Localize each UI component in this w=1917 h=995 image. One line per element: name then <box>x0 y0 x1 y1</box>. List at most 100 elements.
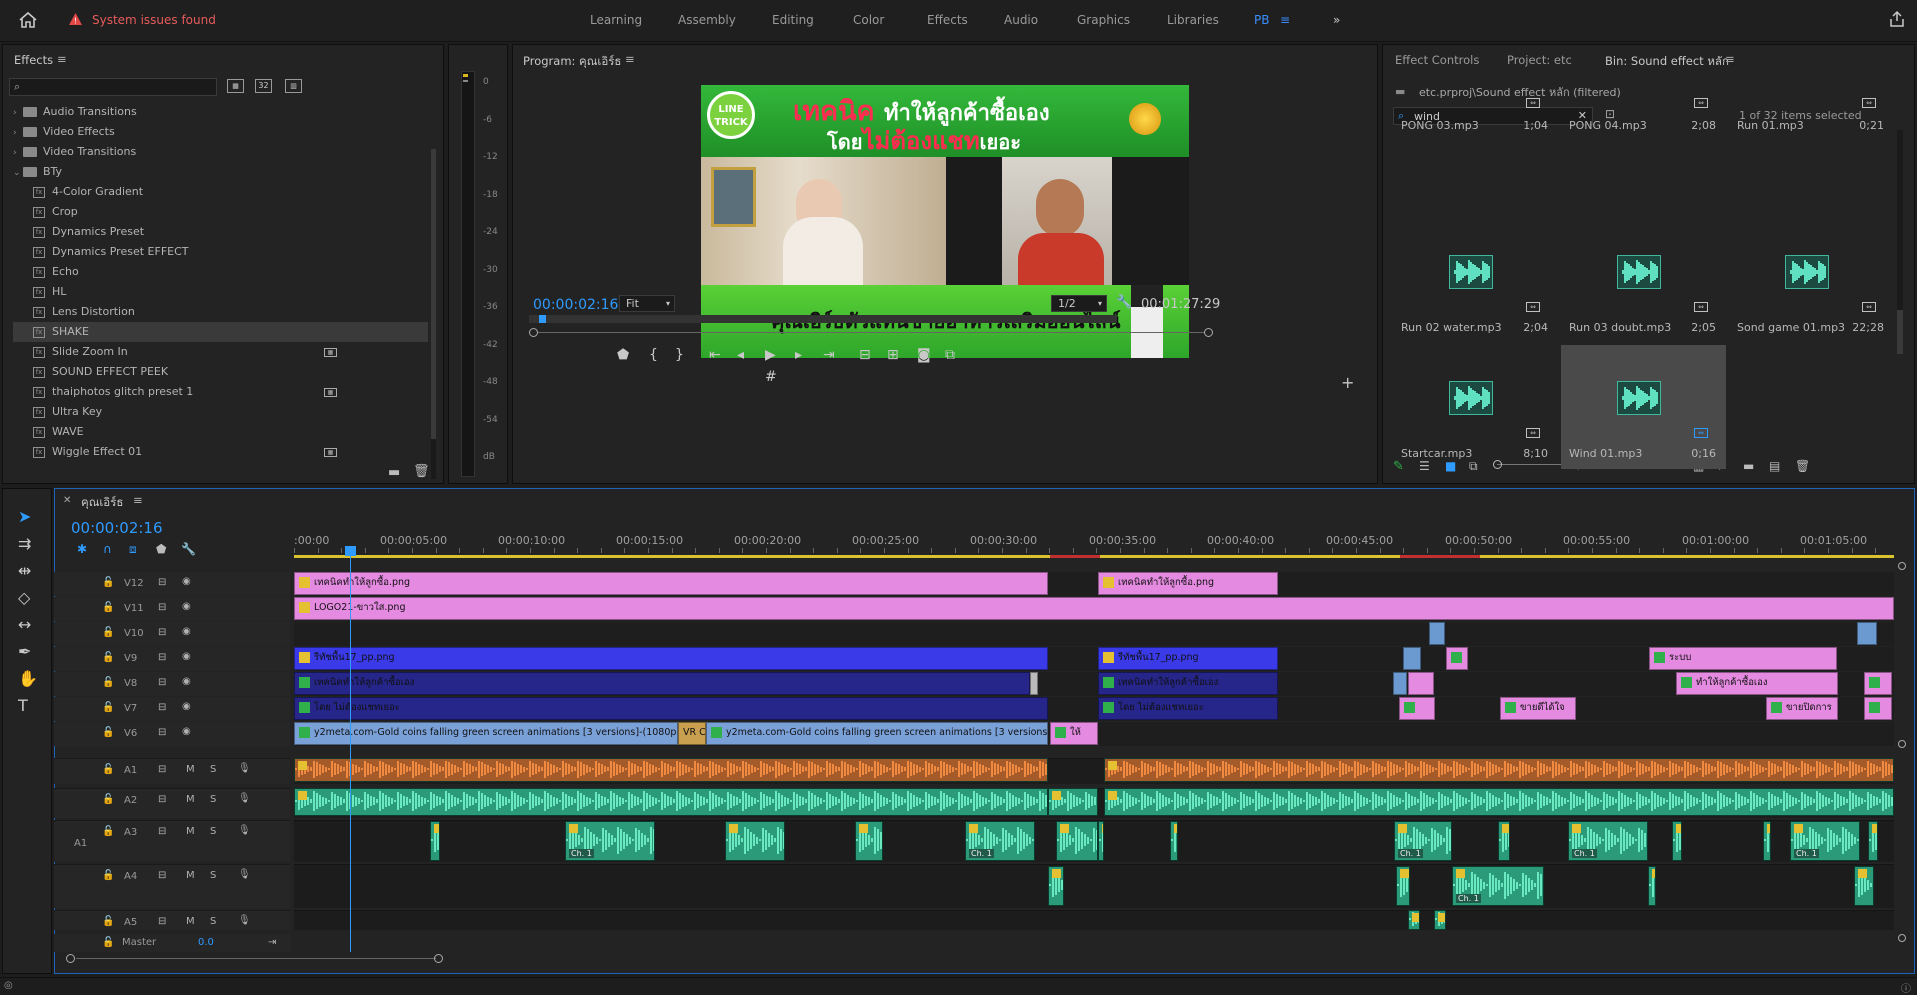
audio-clip[interactable] <box>1048 788 1098 816</box>
lock-icon[interactable]: 🔓 <box>102 652 114 663</box>
program-zoom-bar[interactable] <box>529 328 1213 337</box>
audio-clip[interactable] <box>725 821 785 861</box>
video-track-header[interactable]: 🔓 V7 ⊟ ◉ <box>54 697 290 721</box>
audio-clip[interactable] <box>1104 788 1894 816</box>
effect-item[interactable]: › Video Transitions <box>13 142 428 162</box>
mute-button[interactable]: M <box>186 916 195 927</box>
step-back-button[interactable]: ◂ <box>737 347 744 363</box>
effects-panel-menu-icon[interactable]: ≡ <box>57 52 67 66</box>
lift-button[interactable]: ⊟ <box>859 347 871 363</box>
audio-clip[interactable] <box>1408 910 1420 930</box>
effect-item[interactable]: fx 4-Color Gradient <box>13 182 428 202</box>
audio-clip[interactable] <box>294 758 1048 782</box>
wrench-icon[interactable]: 🔧 <box>1116 295 1132 310</box>
accelerated-effects-icon[interactable]: ▦ <box>227 79 244 93</box>
add-marker-button[interactable]: ⬟ <box>617 347 629 363</box>
effect-item[interactable]: fx WAVE <box>13 422 428 442</box>
lock-icon[interactable]: 🔓 <box>102 937 114 948</box>
bin-item[interactable]: ⇔ Sond game 01.mp3 22;28 <box>1729 219 1894 343</box>
solo-button[interactable]: S <box>210 916 216 927</box>
audio-clip[interactable]: Ch. 1 <box>1790 821 1860 861</box>
timeline-clip[interactable]: โดย ไม่ต้องแชทเยอะ <box>294 697 1048 720</box>
sync-lock-icon[interactable]: ⊟ <box>158 652 166 663</box>
timeline-clip[interactable] <box>1393 672 1407 695</box>
audio-clip[interactable]: Ch. 1 <box>1452 866 1544 906</box>
play-button[interactable]: ▶ <box>765 347 776 363</box>
new-bin-icon[interactable]: ▬ <box>388 465 400 480</box>
solo-button[interactable]: S <box>210 826 216 837</box>
lock-icon[interactable]: 🔓 <box>102 826 114 837</box>
audio-clip[interactable] <box>855 821 883 861</box>
effect-item[interactable]: fx thaiphotos glitch preset 1 ▦ <box>13 382 428 402</box>
audio-clip[interactable]: Ch. 1 <box>1568 821 1648 861</box>
bin-item[interactable]: ⇔ Run 02 water.mp3 2;04 <box>1393 219 1558 343</box>
sync-lock-icon[interactable]: ⊟ <box>158 826 166 837</box>
slip-tool-icon[interactable]: ↔ <box>18 615 31 634</box>
bin-menu-icon[interactable]: ≡ <box>1725 52 1735 66</box>
lock-icon[interactable]: 🔓 <box>102 794 114 805</box>
audio-clip[interactable] <box>1672 821 1682 861</box>
lock-icon[interactable]: 🔓 <box>102 870 114 881</box>
audio-clip[interactable] <box>1048 866 1064 906</box>
sync-lock-icon[interactable]: ⊟ <box>158 577 166 588</box>
effect-item[interactable]: fx Slide Zoom In ▦ <box>13 342 428 362</box>
audio-clip[interactable] <box>1763 821 1771 861</box>
timeline-clip[interactable]: เทคนิคทำให้ลูกค้าซื้อเอง <box>294 672 1030 695</box>
lock-icon[interactable]: 🔓 <box>102 627 114 638</box>
sync-lock-icon[interactable]: ⊟ <box>158 916 166 927</box>
audio-clip[interactable] <box>430 821 440 861</box>
timeline-clip[interactable]: ขายปิดการ <box>1766 697 1838 720</box>
effect-item[interactable]: fx SHAKE <box>13 322 428 342</box>
timeline-vertical-scroll[interactable] <box>1898 562 1906 948</box>
video-track-header[interactable]: 🔓 V11 ⊟ ◉ <box>54 597 290 621</box>
extract-button[interactable]: ⊞ <box>887 347 899 363</box>
microphone-icon[interactable]: 🎙 <box>238 869 251 880</box>
step-forward-button[interactable]: ▸ <box>795 347 802 363</box>
workspace-color[interactable]: Color <box>853 13 884 27</box>
snap-icon[interactable]: ∩ <box>103 542 112 556</box>
sync-lock-icon[interactable]: ⊟ <box>158 727 166 738</box>
bin-item[interactable]: ⇔ PONG 04.mp3 2;08 <box>1561 93 1726 217</box>
sync-lock-icon[interactable]: ⊟ <box>158 794 166 805</box>
effect-item[interactable]: fx Ultra Key <box>13 402 428 422</box>
bin-item[interactable]: ⇔ Run 03 doubt.mp3 2;05 <box>1561 219 1726 343</box>
audio-track-header[interactable]: 🔓 A1 ⊟ M S 🎙 <box>54 758 290 784</box>
timeline-clip[interactable] <box>1403 647 1421 670</box>
linked-selection-icon[interactable]: ⧈ <box>129 542 137 557</box>
bin-scrollbar[interactable] <box>1897 130 1903 354</box>
button-editor-plus-icon[interactable]: + <box>1341 373 1354 392</box>
timeline-clip[interactable]: เทคนิคทำให้ลูกซื้อ.png <box>294 572 1048 595</box>
audio-clip[interactable]: Ch. 1 <box>965 821 1035 861</box>
lock-icon[interactable]: 🔓 <box>102 916 114 927</box>
sync-lock-icon[interactable]: ⊟ <box>158 870 166 881</box>
workspace-pb[interactable]: PB <box>1254 13 1269 27</box>
go-to-out-button[interactable]: ⇥ <box>823 347 835 363</box>
timeline-clip[interactable]: VR C <box>678 722 706 745</box>
32bit-effects-icon[interactable]: 32 <box>255 79 272 93</box>
solo-button[interactable]: S <box>210 870 216 881</box>
audio-clip[interactable]: Ch. 1 <box>1394 821 1452 861</box>
audio-clip[interactable] <box>1648 866 1656 906</box>
eye-icon[interactable]: ◉ <box>182 701 191 712</box>
lock-icon[interactable]: 🔓 <box>102 577 114 588</box>
audio-clip[interactable] <box>294 788 1048 816</box>
tab-effect-controls[interactable]: Effect Controls <box>1395 53 1479 67</box>
video-track-header[interactable]: 🔓 V12 ⊟ ◉ <box>54 572 290 596</box>
mark-in-button[interactable]: { <box>649 347 658 363</box>
eye-icon[interactable]: ◉ <box>182 676 191 687</box>
delete-icon[interactable]: 🗑 <box>1795 459 1810 473</box>
eye-icon[interactable]: ◉ <box>182 651 191 662</box>
timeline-clip[interactable]: เทคนิคทำให้ลูกซื้อ.png <box>1098 572 1278 595</box>
program-monitor-title[interactable]: Program: คุณเอิร์ธ <box>523 53 621 71</box>
timeline-clip[interactable]: เทคนิคทำให้ลูกค้าซื้อเอง <box>1098 672 1278 695</box>
playback-resolution-select[interactable]: 1/2 ▾ <box>1051 295 1107 312</box>
bin-item[interactable]: ⇔ PONG 03.mp3 1;04 <box>1393 93 1558 217</box>
timeline-clip[interactable]: ระบบ <box>1649 647 1837 670</box>
timeline-timecode[interactable]: 00:00:02:16 <box>71 519 163 537</box>
more-workspaces-icon[interactable]: » <box>1333 13 1340 27</box>
eye-icon[interactable]: ◉ <box>182 626 191 637</box>
timeline-clip[interactable]: y2meta.com-Gold coins falling green scre… <box>294 722 678 745</box>
bin-item[interactable]: ⇔ Run 01.mp3 0;21 <box>1729 93 1894 217</box>
eye-icon[interactable]: ◉ <box>182 576 191 587</box>
sync-lock-icon[interactable]: ⊟ <box>158 764 166 775</box>
